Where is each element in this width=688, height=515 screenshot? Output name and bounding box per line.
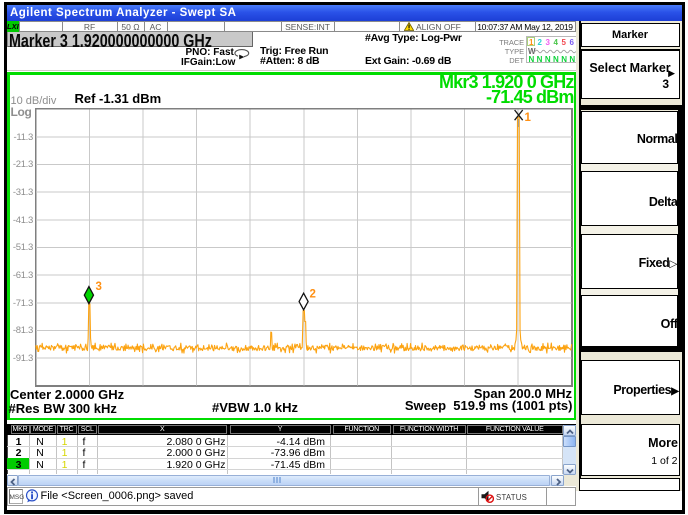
svg-text:2: 2 [310, 289, 316, 301]
svg-text:1: 1 [525, 112, 532, 124]
svg-text:3: 3 [96, 281, 102, 293]
